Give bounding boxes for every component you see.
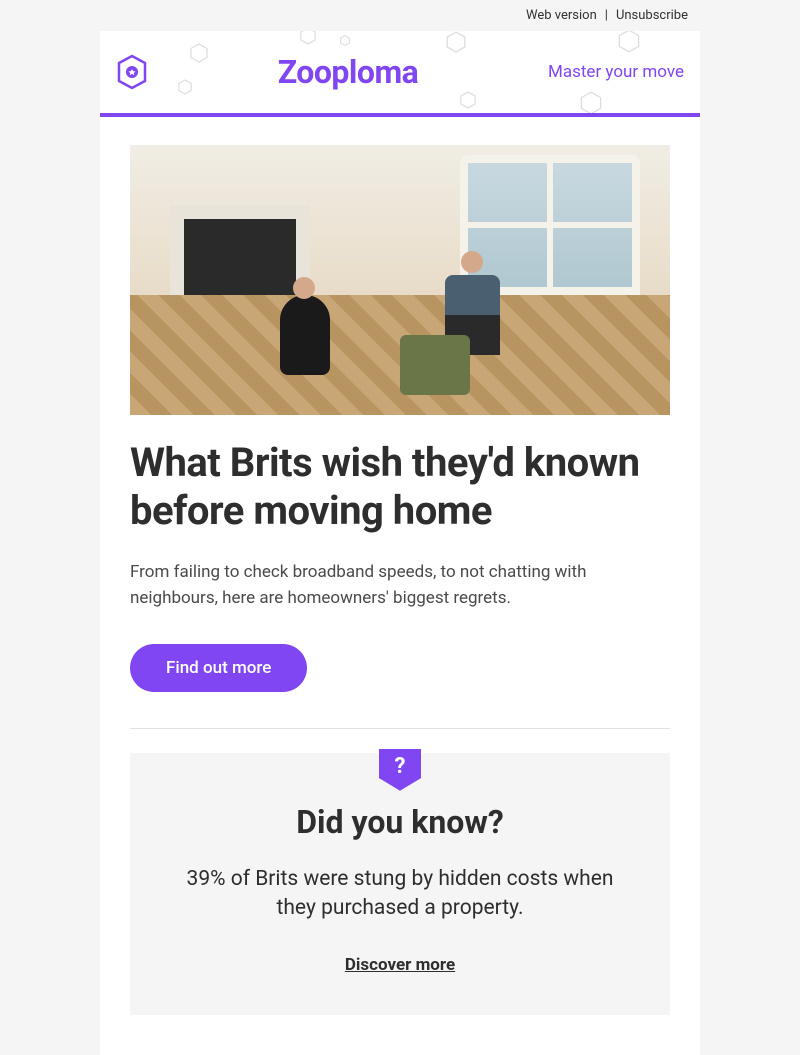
article-body: From failing to check broadband speeds, … (130, 559, 670, 612)
hero-image (130, 145, 670, 415)
fact-box: ? Did you know? 39% of Brits were stung … (130, 753, 670, 1016)
question-mark-icon: ? (395, 754, 406, 779)
find-out-more-button[interactable]: Find out more (130, 644, 307, 692)
decorative-hex-icon (446, 31, 466, 53)
logo-badge-icon (116, 54, 148, 90)
divider (130, 728, 670, 729)
discover-more-link[interactable]: Discover more (345, 955, 455, 975)
tagline: Master your move (548, 62, 684, 82)
question-badge-icon: ? (379, 749, 421, 791)
fact-title: Did you know? (170, 803, 630, 841)
brand-name: Zooploma (278, 53, 419, 91)
article-headline: What Brits wish they'd known before movi… (130, 439, 670, 535)
hero-floor-sander (400, 335, 470, 395)
decorative-hex-icon (300, 31, 316, 45)
decorative-hex-icon (190, 43, 208, 63)
web-version-link[interactable]: Web version (526, 8, 597, 23)
unsubscribe-link[interactable]: Unsubscribe (616, 8, 688, 23)
decorative-hex-icon (340, 35, 350, 46)
email-container: Web version | Unsubscribe (100, 0, 700, 1055)
decorative-hex-icon (178, 79, 192, 95)
hero-person-kneeling (280, 295, 330, 375)
fact-text: 39% of Brits were stung by hidden costs … (170, 865, 630, 924)
decorative-hex-icon (460, 91, 476, 109)
decorative-hex-icon (580, 91, 602, 115)
decorative-hex-icon (618, 31, 640, 53)
main-content: What Brits wish they'd known before movi… (100, 117, 700, 1055)
separator: | (605, 8, 608, 23)
top-bar: Web version | Unsubscribe (100, 0, 700, 31)
header: Zooploma Master your move (100, 31, 700, 117)
